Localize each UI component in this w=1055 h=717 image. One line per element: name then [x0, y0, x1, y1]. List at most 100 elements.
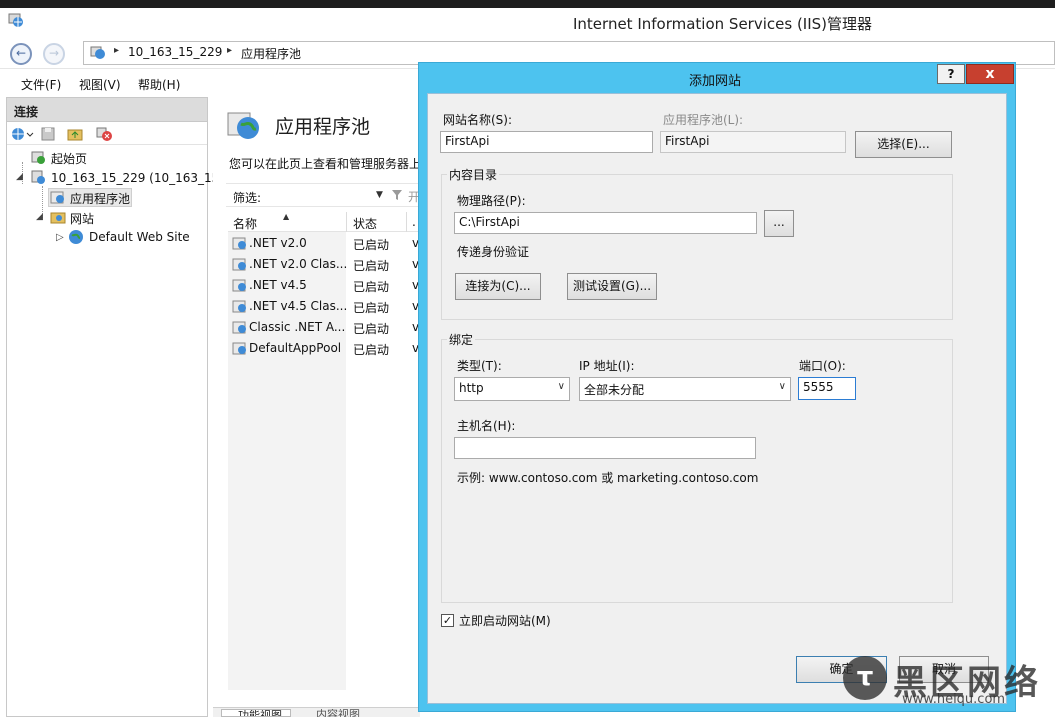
app-pool-icon	[232, 237, 246, 250]
connect-globe-icon[interactable]	[10, 126, 34, 142]
pool-status: 已启动	[353, 322, 390, 336]
binding-label: 绑定	[447, 331, 476, 348]
start-now-checkbox[interactable]: ✓	[441, 614, 454, 627]
menu-view[interactable]: 视图(V)	[79, 76, 121, 93]
funnel-icon[interactable]	[391, 189, 403, 201]
window-title: Internet Information Services (IIS)管理器	[573, 15, 873, 33]
tab-content-view[interactable]: 内容视图	[298, 709, 378, 717]
tree-expand-icon[interactable]: ◢	[16, 172, 23, 182]
page-description: 您可以在此页上查看和管理服务器上	[229, 157, 422, 171]
type-label: 类型(T):	[457, 359, 502, 373]
server-icon	[31, 170, 45, 184]
app-pool-icon	[50, 191, 64, 204]
close-button[interactable]: x	[966, 64, 1014, 84]
server-globe-icon	[90, 46, 105, 59]
menu-help[interactable]: 帮助(H)	[138, 76, 180, 93]
sort-ascending-icon: ▲	[283, 212, 290, 221]
site-name-input[interactable]: FirstApi	[440, 131, 653, 153]
page-title: 应用程序池	[275, 116, 371, 138]
test-settings-button[interactable]: 测试设置(G)...	[567, 273, 657, 300]
type-select[interactable]: http ∨	[454, 377, 570, 401]
breadcrumb-server[interactable]: 10_163_15_229	[128, 45, 222, 59]
column-version[interactable]: .	[412, 215, 416, 229]
chevron-down-icon: ∨	[778, 381, 786, 392]
pass-through-label: 传递身份验证	[457, 245, 530, 259]
up-folder-icon[interactable]	[67, 126, 83, 142]
save-icon[interactable]	[40, 126, 56, 142]
window-titlebar	[0, 8, 1055, 39]
back-arrow-icon[interactable]: ←	[10, 43, 32, 65]
table-row[interactable]: .NET v4.5 已启动 v	[228, 276, 420, 296]
pool-status: 已启动	[353, 280, 390, 294]
ip-address-select[interactable]: 全部未分配 ∨	[579, 377, 791, 401]
pool-name: Classic .NET A...	[249, 320, 346, 334]
connections-title: 连接	[14, 105, 39, 119]
app-pool-icon	[232, 321, 246, 334]
column-name[interactable]: 名称	[233, 215, 257, 232]
tree-expand-icon[interactable]: ◢	[36, 212, 43, 222]
example-text: 示例: www.contoso.com 或 marketing.contoso.…	[457, 471, 759, 485]
app-pool-icon	[232, 258, 246, 271]
breadcrumb-arrow-icon: ▸	[114, 45, 120, 56]
disconnect-icon[interactable]	[96, 126, 114, 142]
app-pool-icon	[232, 342, 246, 355]
table-row[interactable]: .NET v2.0 已启动 v	[228, 234, 420, 254]
pool-status: 已启动	[353, 259, 390, 273]
column-status[interactable]: 状态	[353, 215, 377, 232]
pool-name: .NET v2.0 Clas...	[249, 257, 348, 271]
filter-label: 筛选:	[233, 191, 262, 205]
tab-features-view[interactable]: 功能视图	[221, 709, 291, 717]
table-row[interactable]: DefaultAppPool 已启动 v	[228, 339, 420, 359]
connect-as-button[interactable]: 连接为(C)...	[455, 273, 541, 300]
sites-folder-icon	[50, 212, 66, 224]
app-pool-field: FirstApi	[660, 131, 846, 153]
connections-header: 连接	[7, 98, 207, 122]
globe-icon	[69, 230, 83, 244]
site-name-label: 网站名称(S):	[443, 113, 513, 127]
physical-path-input[interactable]: C:\FirstApi	[454, 212, 757, 234]
app-pool-label: 应用程序池(L):	[663, 113, 744, 127]
ip-address-label: IP 地址(I):	[579, 359, 635, 373]
tree-start-page[interactable]: 起始页	[51, 150, 87, 167]
filter-dropdown-icon[interactable]: ▼	[376, 190, 383, 200]
app-pool-icon	[232, 279, 246, 292]
pool-status: 已启动	[353, 301, 390, 315]
dialog-title: 添加网站	[689, 74, 742, 89]
breadcrumb-app-pools[interactable]: 应用程序池	[241, 45, 301, 62]
host-name-input[interactable]	[454, 437, 756, 459]
tree-default-site[interactable]: Default Web Site	[89, 230, 190, 244]
tree-server[interactable]: 10_163_15_229 (10_163_15_	[51, 171, 225, 185]
host-name-label: 主机名(H):	[457, 419, 516, 433]
menu-file[interactable]: 文件(F)	[21, 76, 61, 93]
pool-status: 已启动	[353, 343, 390, 357]
breadcrumb-arrow-icon: ▸	[227, 45, 233, 56]
tree-sites[interactable]: 网站	[70, 210, 94, 227]
window-top-strip	[0, 0, 1055, 8]
pool-name: .NET v2.0	[249, 236, 307, 250]
pool-name: .NET v4.5 Clas...	[249, 299, 348, 313]
port-input[interactable]: 5555	[798, 377, 856, 400]
browse-button[interactable]: ...	[764, 210, 794, 237]
app-pools-large-icon	[227, 112, 259, 139]
table-row[interactable]: .NET v2.0 Clas... 已启动 v	[228, 255, 420, 275]
physical-path-label: 物理路径(P):	[457, 194, 526, 208]
chevron-down-icon: ∨	[557, 381, 565, 392]
app-pool-icon	[232, 300, 246, 313]
tree-app-pools[interactable]: 应用程序池	[70, 190, 130, 207]
forward-arrow-icon[interactable]: →	[43, 43, 65, 65]
table-row[interactable]: Classic .NET A... 已启动 v	[228, 318, 420, 338]
iis-app-icon	[8, 13, 23, 27]
content-directory-label: 内容目录	[447, 166, 500, 183]
start-now-label: 立即启动网站(M)	[459, 614, 551, 628]
pool-status: 已启动	[353, 238, 390, 252]
ip-address-value: 全部未分配	[584, 383, 645, 397]
start-page-icon	[31, 151, 45, 164]
select-button[interactable]: 选择(E)...	[855, 131, 952, 158]
tree-collapsed-icon[interactable]: ▷	[56, 232, 64, 243]
pool-name: DefaultAppPool	[249, 341, 342, 355]
table-row[interactable]: .NET v4.5 Clas... 已启动 v	[228, 297, 420, 317]
port-label: 端口(O):	[799, 359, 846, 373]
watermark-url: www.heiqu.com	[902, 692, 1006, 707]
help-button[interactable]: ?	[937, 64, 965, 84]
type-value: http	[459, 381, 484, 395]
